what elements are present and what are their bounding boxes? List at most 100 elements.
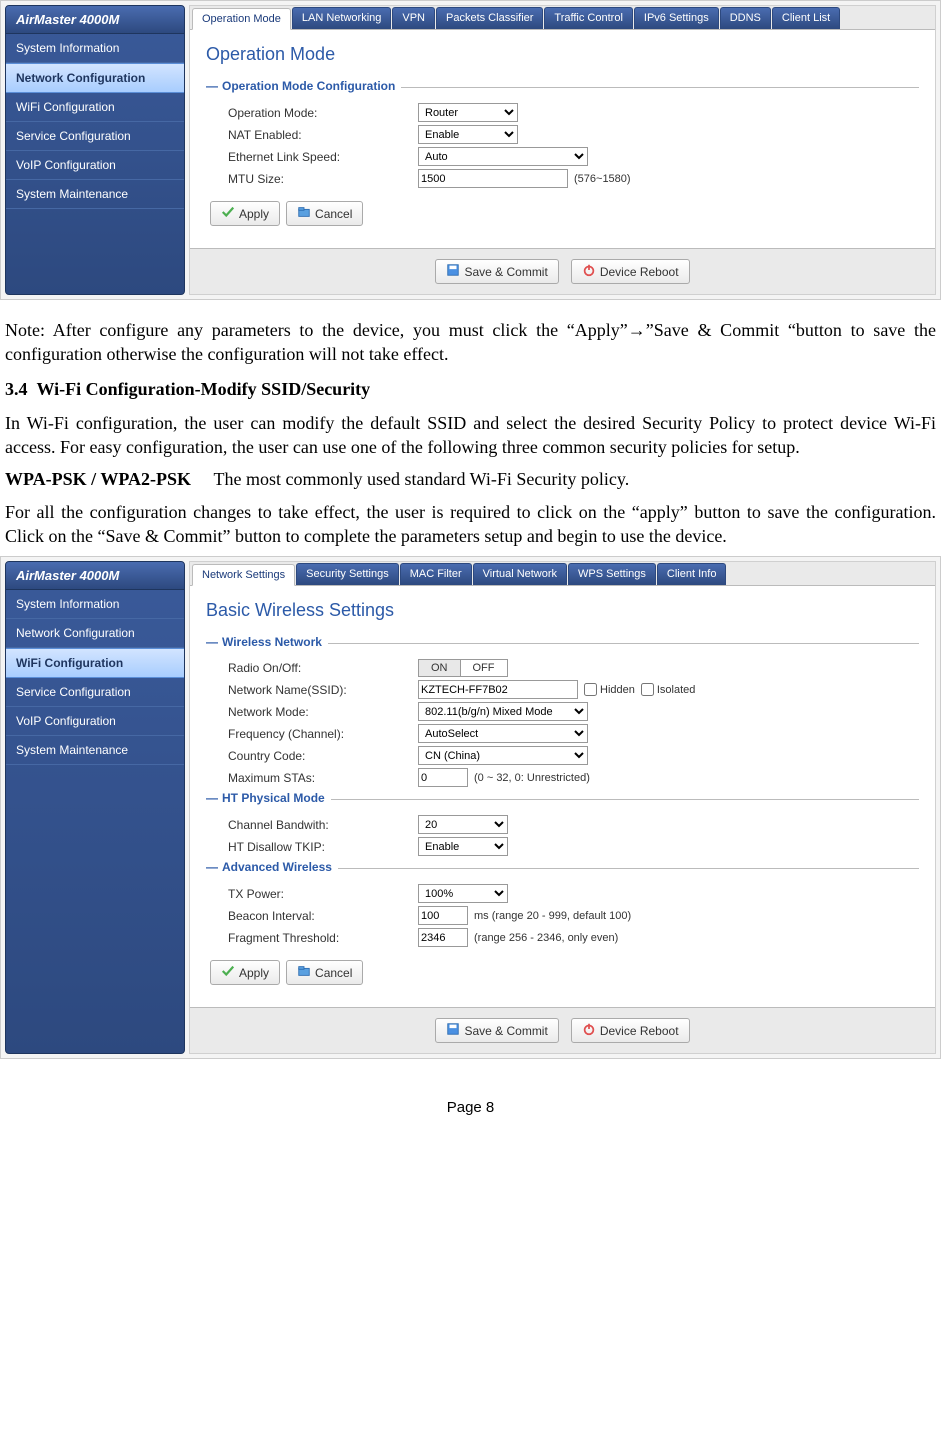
row-max-sta: Maximum STAs: (0 ~ 32, 0: Unrestricted) [206, 768, 919, 787]
checkbox-isolated[interactable] [641, 683, 654, 696]
operation-mode-window: AirMaster 4000M System Information Netwo… [0, 0, 941, 300]
tab-security-settings[interactable]: Security Settings [296, 563, 399, 585]
tab-wps-settings[interactable]: WPS Settings [568, 563, 656, 585]
tab-ddns[interactable]: DDNS [720, 7, 771, 29]
save-icon [446, 1022, 460, 1039]
label-max-sta: Maximum STAs: [228, 771, 418, 785]
button-row: Apply Cancel [206, 191, 919, 238]
apply-button[interactable]: Apply [210, 201, 280, 226]
label-nat: NAT Enabled: [228, 128, 418, 142]
hint-mtu: (576~1580) [574, 173, 631, 185]
sidebar-item-system-maintenance[interactable]: System Maintenance [6, 736, 184, 765]
row-beacon: Beacon Interval: ms (range 20 - 999, def… [206, 906, 919, 925]
sidebar-item-system-information[interactable]: System Information [6, 590, 184, 619]
panel: Operation Mode —Operation Mode Configura… [190, 30, 935, 248]
row-bandwidth: Channel Bandwith: 20 [206, 815, 919, 834]
button-row: Apply Cancel [206, 950, 919, 997]
cancel-label: Cancel [315, 207, 352, 221]
sidebar-item-voip-configuration[interactable]: VoIP Configuration [6, 151, 184, 180]
input-mtu[interactable] [418, 169, 568, 188]
tab-vpn[interactable]: VPN [392, 7, 435, 29]
cancel-button[interactable]: Cancel [286, 201, 363, 226]
tab-network-settings[interactable]: Network Settings [192, 564, 295, 586]
tab-bar: Operation Mode LAN Networking VPN Packet… [190, 6, 935, 30]
footer-bar: Save & Commit Device Reboot [190, 1007, 935, 1053]
select-bandwidth[interactable]: 20 [418, 815, 508, 834]
tab-lan-networking[interactable]: LAN Networking [292, 7, 391, 29]
checkbox-hidden-label[interactable]: Hidden [584, 683, 635, 696]
sidebar-item-system-maintenance[interactable]: System Maintenance [6, 180, 184, 209]
tab-packets-classifier[interactable]: Packets Classifier [436, 7, 543, 29]
tab-client-list[interactable]: Client List [772, 7, 840, 29]
content-pane: Network Settings Security Settings MAC F… [189, 561, 936, 1054]
wpa-line: WPA-PSK / WPA2-PSK The most commonly use… [5, 467, 936, 491]
checkbox-isolated-label[interactable]: Isolated [641, 683, 696, 696]
toggle-off: OFF [460, 660, 507, 676]
reboot-label: Device Reboot [600, 265, 679, 279]
save-commit-button[interactable]: Save & Commit [435, 259, 558, 284]
cancel-button[interactable]: Cancel [286, 960, 363, 985]
select-nat[interactable]: Enable [418, 125, 518, 144]
sidebar-item-network-configuration[interactable]: Network Configuration [6, 619, 184, 648]
power-icon [582, 1022, 596, 1039]
label-network-mode: Network Mode: [228, 705, 418, 719]
wifi-settings-window: AirMaster 4000M System Information Netwo… [0, 556, 941, 1059]
row-ethernet-speed: Ethernet Link Speed: Auto [206, 147, 919, 166]
checkbox-hidden[interactable] [584, 683, 597, 696]
document-body: Note: After configure any parameters to … [0, 300, 941, 548]
row-mtu: MTU Size: (576~1580) [206, 169, 919, 188]
input-beacon[interactable] [418, 906, 468, 925]
sidebar-item-system-information[interactable]: System Information [6, 34, 184, 63]
sidebar-item-voip-configuration[interactable]: VoIP Configuration [6, 707, 184, 736]
radio-toggle[interactable]: ONOFF [418, 659, 508, 677]
select-ethernet-speed[interactable]: Auto [418, 147, 588, 166]
note-paragraph: Note: After configure any parameters to … [5, 318, 936, 367]
tab-traffic-control[interactable]: Traffic Control [544, 7, 632, 29]
apply-button[interactable]: Apply [210, 960, 280, 985]
section-label: Advanced Wireless [222, 860, 332, 874]
row-fragment: Fragment Threshold: (range 256 - 2346, o… [206, 928, 919, 947]
row-frequency: Frequency (Channel): AutoSelect [206, 724, 919, 743]
save-label: Save & Commit [464, 1024, 547, 1038]
sidebar-item-wifi-configuration[interactable]: WiFi Configuration [6, 648, 184, 678]
tab-ipv6-settings[interactable]: IPv6 Settings [634, 7, 719, 29]
wpa-label: WPA-PSK / WPA2-PSK [5, 469, 191, 489]
device-reboot-button[interactable]: Device Reboot [571, 259, 690, 284]
select-operation-mode[interactable]: Router [418, 103, 518, 122]
select-country[interactable]: CN (China) [418, 746, 588, 765]
reboot-label: Device Reboot [600, 1024, 679, 1038]
sidebar-item-wifi-configuration[interactable]: WiFi Configuration [6, 93, 184, 122]
input-fragment[interactable] [418, 928, 468, 947]
save-commit-button[interactable]: Save & Commit [435, 1018, 558, 1043]
section-label: HT Physical Mode [222, 791, 325, 805]
tab-operation-mode[interactable]: Operation Mode [192, 8, 291, 30]
section-label: Operation Mode Configuration [222, 79, 395, 93]
row-country: Country Code: CN (China) [206, 746, 919, 765]
sidebar-item-service-configuration[interactable]: Service Configuration [6, 122, 184, 151]
label-ssid: Network Name(SSID): [228, 683, 418, 697]
input-ssid[interactable] [418, 680, 578, 699]
section-label: Wireless Network [222, 635, 322, 649]
select-network-mode[interactable]: 802.11(b/g/n) Mixed Mode [418, 702, 588, 721]
label-beacon: Beacon Interval: [228, 909, 418, 923]
content-pane: Operation Mode LAN Networking VPN Packet… [189, 5, 936, 295]
tab-mac-filter[interactable]: MAC Filter [400, 563, 472, 585]
select-tx-power[interactable]: 100% [418, 884, 508, 903]
sidebar: AirMaster 4000M System Information Netwo… [5, 5, 185, 295]
select-tkip[interactable]: Enable [418, 837, 508, 856]
save-label: Save & Commit [464, 265, 547, 279]
paragraph-2: For all the configuration changes to tak… [5, 500, 936, 549]
apply-label: Apply [239, 966, 269, 980]
label-fragment: Fragment Threshold: [228, 931, 418, 945]
sidebar-item-service-configuration[interactable]: Service Configuration [6, 678, 184, 707]
tab-client-info[interactable]: Client Info [657, 563, 727, 585]
label-bandwidth: Channel Bandwith: [228, 818, 418, 832]
row-ssid: Network Name(SSID): Hidden Isolated [206, 680, 919, 699]
tab-virtual-network[interactable]: Virtual Network [473, 563, 567, 585]
sidebar-item-network-configuration[interactable]: Network Configuration [6, 63, 184, 93]
folder-icon [297, 205, 311, 222]
input-max-sta[interactable] [418, 768, 468, 787]
label-operation-mode: Operation Mode: [228, 106, 418, 120]
select-frequency[interactable]: AutoSelect [418, 724, 588, 743]
device-reboot-button[interactable]: Device Reboot [571, 1018, 690, 1043]
